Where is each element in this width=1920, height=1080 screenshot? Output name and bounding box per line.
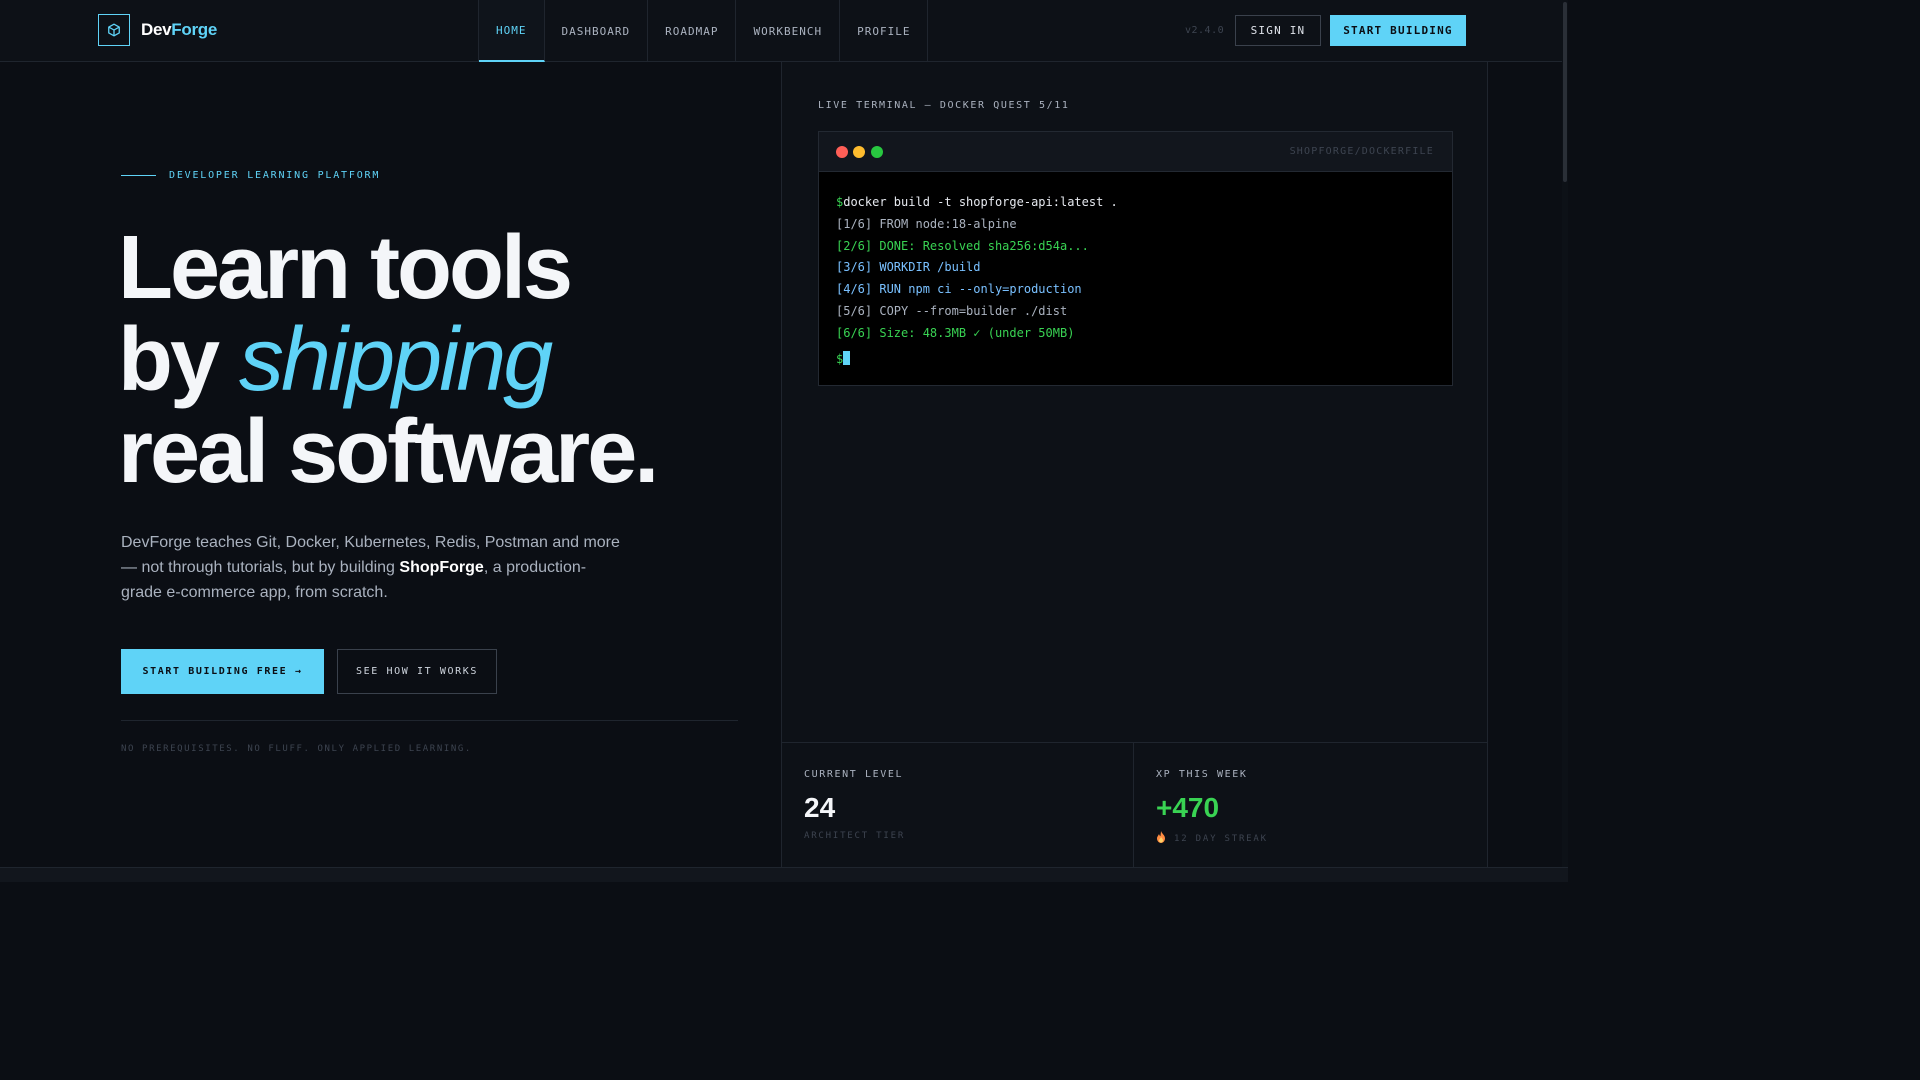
stats-row: CURRENT LEVEL 24 ARCHITECT TIER XP THIS … (782, 742, 1487, 869)
headline-line-3: real software. (118, 402, 659, 502)
stat-label: CURRENT LEVEL (804, 769, 904, 780)
scrollbar-thumb[interactable] (1563, 2, 1567, 182)
nav-item-profile[interactable]: PROFILE (840, 0, 929, 62)
terminal-final-prompt: $ (836, 351, 844, 366)
brand-name-part1: Dev (141, 20, 172, 39)
stat-xp-week: XP THIS WEEK +470 12 DAY STREAK (1134, 743, 1486, 869)
terminal-command-line: $docker build -t shopforge-api:latest . (836, 192, 1435, 214)
maximize-dot-icon (871, 146, 883, 158)
headline-line-2-prefix: by (118, 310, 240, 410)
cube-icon[interactable] (98, 14, 130, 46)
stat-value: +470 (1156, 792, 1220, 823)
start-building-button[interactable]: START BUILDING (1330, 15, 1466, 46)
minimize-dot-icon (853, 146, 865, 158)
nav-item-home[interactable]: HOME (479, 0, 545, 62)
sign-in-button[interactable]: SIGN IN (1235, 15, 1321, 46)
terminal-filename: SHOPFORGE/DOCKERFILE (1289, 146, 1434, 157)
terminal-body: $docker build -t shopforge-api:latest . … (819, 172, 1452, 370)
terminal-output-line: [1/6] FROM node:18-alpine (836, 216, 1017, 231)
hero-description: DevForge teaches Git, Docker, Kubernetes… (121, 530, 621, 605)
page-scrollbar[interactable] (1562, 0, 1568, 882)
nav-item-workbench[interactable]: WORKBENCH (736, 0, 841, 62)
terminal-input-line[interactable]: $ (836, 349, 1435, 371)
hero-headline: Learn tools by shipping real software. (118, 218, 659, 502)
headline-accent-word: shipping (239, 310, 553, 410)
terminal-output-line: [2/6] DONE: Resolved sha256:d54a... (836, 238, 1089, 253)
start-building-free-button[interactable]: START BUILDING FREE → (121, 649, 324, 694)
desc-shopforge: ShopForge (399, 559, 484, 576)
stat-value: 24 (804, 792, 836, 823)
brand-logo-text[interactable]: DevForge (141, 20, 217, 40)
stat-current-level: CURRENT LEVEL 24 ARCHITECT TIER (782, 743, 1134, 869)
stat-sub: 12 DAY STREAK (1156, 831, 1268, 846)
top-nav: DevForge HOME DASHBOARD ROADMAP WORKBENC… (0, 0, 1568, 62)
headline-line-2: by shipping (118, 314, 656, 406)
close-dot-icon (836, 146, 848, 158)
stat-sub-text: ARCHITECT TIER (804, 831, 906, 841)
hero-eyebrow: DEVELOPER LEARNING PLATFORM (169, 170, 381, 181)
nav-links: HOME DASHBOARD ROADMAP WORKBENCH PROFILE (478, 0, 929, 62)
headline-line-1: Learn tools (118, 218, 573, 318)
terminal-command: docker build -t shopforge-api:latest . (843, 195, 1118, 209)
terminal-output-line: [4/6] RUN npm ci --only=production (836, 282, 1082, 297)
eyebrow-divider (121, 175, 156, 176)
terminal-cursor (843, 350, 851, 365)
hero-divider (121, 720, 738, 721)
brand-name-part2: Forge (171, 20, 218, 39)
terminal-output-line: [6/6] Size: 48.3MB ✓ (under 50MB) (836, 325, 1075, 340)
stat-sub: ARCHITECT TIER (804, 831, 905, 841)
terminal-output-line: [3/6] WORKDIR /build (836, 260, 981, 275)
terminal-window: SHOPFORGE/DOCKERFILE $docker build -t sh… (818, 131, 1453, 386)
terminal-output-line: [5/6] COPY --from=builder ./dist (836, 303, 1068, 318)
version-label: v2.4.0 (1185, 25, 1225, 36)
stat-label: XP THIS WEEK (1156, 769, 1248, 780)
see-how-it-works-button[interactable]: SEE HOW IT WORKS (337, 649, 497, 694)
bottom-section-edge (0, 867, 1568, 882)
terminal-titlebar: SHOPFORGE/DOCKERFILE (819, 132, 1452, 172)
flame-icon (1156, 831, 1166, 846)
terminal-label: LIVE TERMINAL — DOCKER QUEST 5/11 (818, 100, 1070, 111)
nav-item-dashboard[interactable]: DASHBOARD (545, 0, 649, 62)
nav-item-roadmap[interactable]: ROADMAP (648, 0, 737, 62)
hero-footnote: NO PREREQUISITES. NO FLUFF. ONLY APPLIED… (121, 744, 472, 754)
stat-sub-text: 12 DAY STREAK (1174, 833, 1268, 844)
